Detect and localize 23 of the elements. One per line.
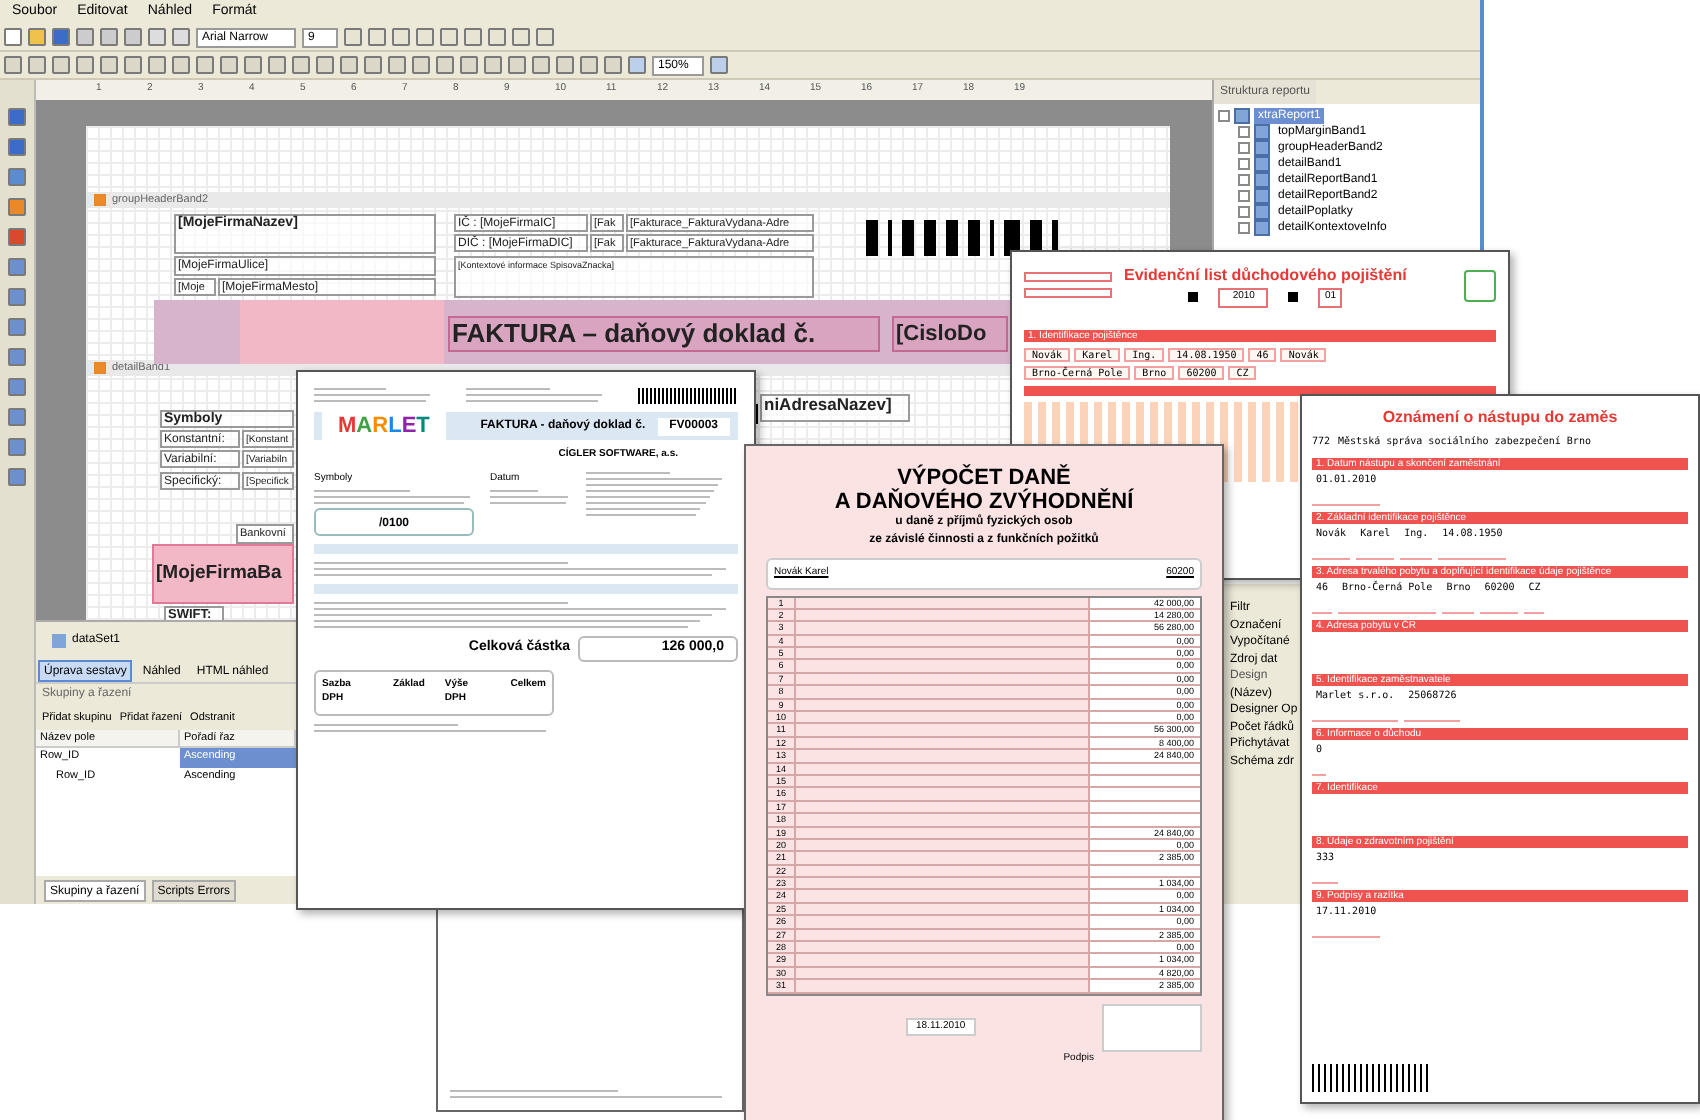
checkbox-icon: [1188, 292, 1199, 303]
dataset-icon: [52, 633, 66, 647]
form-title: Oznámení o nástupu do zaměs: [1382, 406, 1618, 430]
table-cell: [1090, 865, 1200, 877]
emblem-icon: [1464, 269, 1496, 302]
form-title: A DAŇOVÉHO ZVÝHODNĚNÍ: [834, 490, 1134, 514]
band-icon: [94, 194, 106, 206]
form-title: Evidenční list důchodového pojištění: [1124, 264, 1407, 288]
code-field: [1024, 272, 1112, 283]
text-lines-drawing: [490, 490, 570, 504]
signature-box: [1102, 1003, 1202, 1052]
band-icon: [94, 362, 106, 374]
report-field[interactable]: niAdresaNazev]: [760, 394, 910, 422]
report-field[interactable]: [CisloDo: [892, 316, 1008, 352]
checkbox-icon: [1288, 292, 1299, 303]
report-field[interactable]: FAKTURA – daňový doklad č.: [448, 316, 880, 352]
barcode-drawing: [638, 388, 738, 404]
code-field: [1024, 288, 1112, 299]
form-title: VÝPOČET DANĚ: [897, 466, 1071, 490]
logo: MARLET: [322, 409, 446, 443]
text-lines-drawing: [314, 388, 434, 404]
report-field[interactable]: [MojeFirmaBa: [152, 544, 294, 604]
text-lines-drawing: [466, 388, 606, 404]
